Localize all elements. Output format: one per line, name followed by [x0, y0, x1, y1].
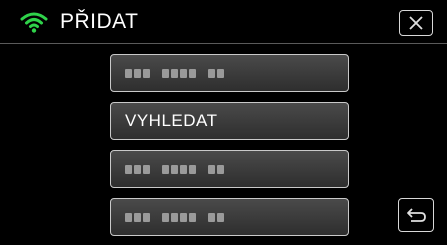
- back-button[interactable]: [398, 198, 434, 232]
- return-icon: [407, 208, 426, 222]
- search-label: VYHLEDAT: [125, 111, 218, 130]
- masked-text: [125, 68, 224, 78]
- list-item-masked-3[interactable]: [110, 198, 349, 236]
- close-icon: [409, 16, 423, 30]
- masked-text: [125, 212, 224, 222]
- close-button[interactable]: [399, 10, 433, 36]
- wifi-icon: [20, 12, 48, 33]
- header-bar: PŘIDAT: [0, 0, 447, 44]
- list-item-masked-2[interactable]: [110, 150, 349, 188]
- page-title: PŘIDAT: [60, 10, 139, 33]
- list-item-search[interactable]: VYHLEDAT: [110, 102, 349, 140]
- masked-text: [125, 164, 224, 174]
- network-list: VYHLEDAT: [0, 45, 447, 245]
- list-item-masked-1[interactable]: [110, 54, 349, 92]
